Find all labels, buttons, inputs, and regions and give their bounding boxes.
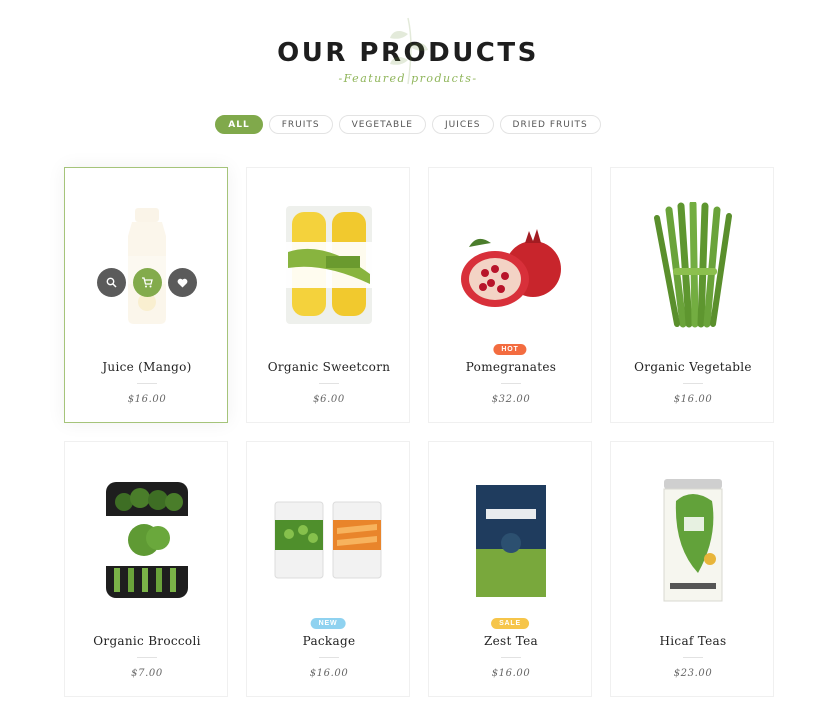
filter-tab-fruits[interactable]: FRUITS (268, 115, 333, 134)
product-name[interactable]: Juice (Mango) (65, 360, 229, 374)
divider (319, 657, 339, 658)
filter-tab-dried-fruits[interactable]: DRIED FRUITS (499, 115, 601, 134)
product-card[interactable]: SALE Zest Tea $16.00 (428, 441, 592, 697)
search-icon (106, 277, 117, 288)
sweetcorn-pack-icon (286, 206, 372, 324)
leaf-decoration-icon (390, 17, 428, 85)
product-price: $16.00 (309, 668, 349, 679)
product-image[interactable] (65, 460, 229, 620)
divider (501, 657, 521, 658)
juice-bottle-icon (128, 208, 166, 324)
broccoli-pack-icon (106, 482, 188, 598)
product-name[interactable]: Organic Vegetable (611, 360, 775, 374)
filter-tabs: ALL FRUITS VEGETABLE JUICES DRIED FRUITS (0, 115, 816, 134)
product-price: $6.00 (313, 394, 345, 405)
divider (683, 657, 703, 658)
product-price: $7.00 (131, 668, 163, 679)
status-badge-new: NEW (310, 618, 346, 629)
product-name[interactable]: Organic Broccoli (65, 634, 229, 648)
product-image[interactable] (65, 186, 229, 346)
product-price: $16.00 (673, 394, 713, 405)
hover-actions (97, 268, 197, 297)
product-image[interactable] (429, 186, 593, 346)
product-price: $23.00 (673, 668, 713, 679)
add-to-cart-button[interactable] (132, 268, 162, 297)
product-card[interactable]: Organic Broccoli $7.00 (64, 441, 228, 697)
product-price: $32.00 (491, 394, 531, 405)
filter-tab-vegetable[interactable]: VEGETABLE (338, 115, 426, 134)
product-name[interactable]: Zest Tea (429, 634, 593, 648)
product-name[interactable]: Hicaf Teas (611, 634, 775, 648)
product-price: $16.00 (491, 668, 531, 679)
product-name[interactable]: Package (247, 634, 411, 648)
tea-pouch-icon (476, 485, 546, 597)
product-image[interactable] (429, 460, 593, 620)
product-image[interactable] (247, 186, 411, 346)
wishlist-button[interactable] (168, 268, 197, 297)
cart-icon (142, 277, 153, 288)
product-price: $16.00 (127, 394, 167, 405)
product-card[interactable]: HOT Pomegranates $32.00 (428, 167, 592, 423)
cans-icon (274, 501, 382, 579)
filter-tab-all[interactable]: ALL (215, 115, 263, 134)
filter-tab-juices[interactable]: JUICES (431, 115, 494, 134)
pomegranate-icon (461, 229, 561, 307)
product-name[interactable]: Pomegranates (429, 360, 593, 374)
divider (137, 383, 157, 384)
tea-tin-icon (663, 479, 723, 602)
product-image[interactable] (611, 460, 775, 620)
status-badge-hot: HOT (493, 344, 527, 355)
product-card[interactable]: Juice (Mango) $16.00 (64, 167, 228, 423)
divider (137, 657, 157, 658)
product-grid: Juice (Mango) $16.00 Organic Sweetcorn $… (64, 167, 776, 697)
status-badge-sale: SALE (491, 618, 529, 629)
divider (501, 383, 521, 384)
divider (319, 383, 339, 384)
product-image[interactable] (247, 460, 411, 620)
product-card[interactable]: Organic Vegetable $16.00 (610, 167, 774, 423)
asparagus-icon (654, 202, 732, 328)
quick-view-button[interactable] (97, 268, 126, 297)
product-image[interactable] (611, 186, 775, 346)
product-name[interactable]: Organic Sweetcorn (247, 360, 411, 374)
product-card[interactable]: Hicaf Teas $23.00 (610, 441, 774, 697)
product-card[interactable]: NEW Package $16.00 (246, 441, 410, 697)
divider (683, 383, 703, 384)
section-header: OUR PRODUCTS -Featured products- (0, 17, 816, 85)
product-card[interactable]: Organic Sweetcorn $6.00 (246, 167, 410, 423)
heart-icon (177, 278, 188, 287)
